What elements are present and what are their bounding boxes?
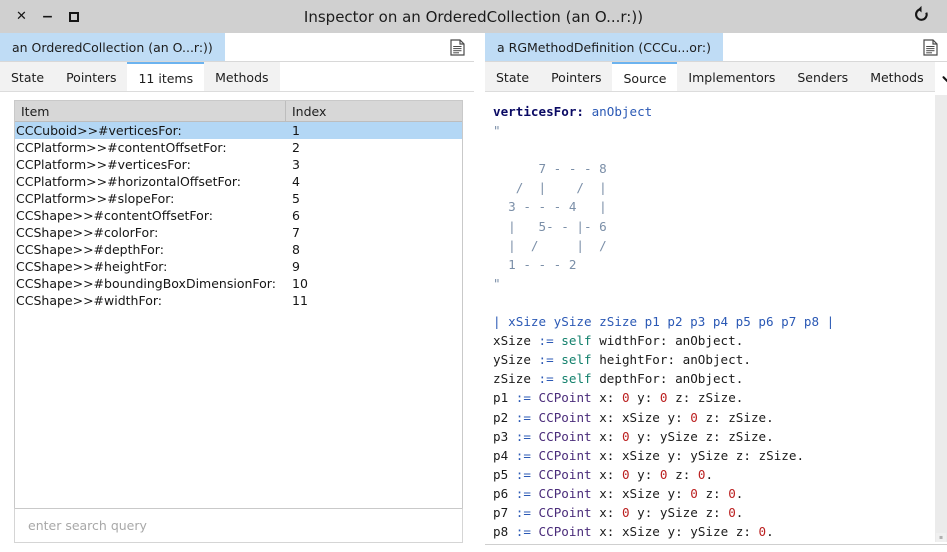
cell-item: CCPlatform>>#horizontalOffsetFor: (16, 174, 242, 189)
cell-index: 1 (292, 123, 300, 138)
close-icon[interactable]: ✕ (14, 9, 29, 24)
scrollbar-thumb[interactable] (935, 95, 947, 542)
cell-index: 5 (292, 191, 300, 206)
cell-index: 3 (292, 157, 300, 172)
pane-splitter[interactable] (474, 33, 485, 552)
search-box[interactable] (14, 508, 463, 543)
maximize-square (68, 11, 79, 22)
table-row[interactable]: CCShape>>#contentOffsetFor: 6 (15, 207, 462, 224)
cell-index: 4 (292, 174, 300, 189)
cell-item: CCCuboid>>#verticesFor: (16, 123, 182, 138)
left-tab-bar: State Pointers 11 items Methods (0, 62, 474, 92)
tab-state[interactable]: State (0, 62, 56, 92)
source-vertical-scrollbar[interactable]: ▪ ▪ (934, 93, 947, 544)
cell-index: 7 (292, 225, 300, 240)
cell-item: CCShape>>#colorFor: (16, 225, 159, 240)
right-pane: a RGMethodDefinition (CCCu...or:) State … (485, 33, 947, 552)
cell-item: CCShape>>#heightFor: (16, 259, 168, 274)
breadcrumb-method-definition[interactable]: a RGMethodDefinition (CCCu...or:) (485, 33, 723, 61)
tab-methods-right[interactable]: Methods (859, 62, 935, 92)
cell-item: CCPlatform>>#contentOffsetFor: (16, 140, 227, 155)
cell-item: CCShape>>#widthFor: (16, 293, 162, 308)
scroll-down-button[interactable]: ▪ (936, 533, 946, 542)
table-row[interactable]: CCPlatform>>#contentOffsetFor: 2 (15, 139, 462, 156)
table-body: CCCuboid>>#verticesFor: 1 CCPlatform>>#con… (15, 122, 462, 508)
table-row[interactable]: CCShape>>#widthFor: 11 (15, 292, 462, 309)
source-scroll-area[interactable]: verticesFor: anObject " 7 - - - 8 / | / … (485, 93, 934, 544)
maximize-icon[interactable] (66, 9, 81, 24)
items-list-area: Item Index CCCuboid>>#verticesFor: 1 CCPla… (0, 92, 474, 508)
tab-implementors[interactable]: Implementors (677, 62, 787, 92)
column-header-index[interactable]: Index (286, 101, 462, 121)
breadcrumb-filler (225, 33, 440, 61)
left-document-icon[interactable] (440, 33, 474, 61)
table-row[interactable]: CCShape>>#depthFor: 8 (15, 241, 462, 258)
breadcrumb-filler-right (723, 33, 913, 61)
tab-state-right[interactable]: State (485, 62, 541, 92)
right-breadcrumb-bar: a RGMethodDefinition (CCCu...or:) (485, 33, 947, 62)
cell-index: 10 (292, 276, 308, 291)
left-tabs: State Pointers 11 items Methods (0, 62, 280, 92)
left-pane: an OrderedCollection (an O...r:)) State … (0, 33, 474, 552)
cell-item: CCPlatform>>#slopeFor: (16, 191, 175, 206)
window-title: Inspector on an OrderedCollection (an O.… (303, 7, 644, 26)
right-tab-bar: State Pointers Source Implementors Sende… (485, 62, 947, 92)
column-header-item[interactable]: Item (15, 101, 286, 121)
window-controls: ✕ − (0, 9, 81, 24)
breadcrumb-ordered-collection[interactable]: an OrderedCollection (an O...r:)) (0, 33, 225, 61)
cell-index: 11 (292, 293, 308, 308)
minimize-icon[interactable]: − (40, 9, 55, 24)
tab-senders[interactable]: Senders (786, 62, 860, 92)
cell-index: 6 (292, 208, 300, 223)
source-code[interactable]: verticesFor: anObject " 7 - - - 8 / | / … (493, 102, 934, 544)
left-tab-spacer (279, 62, 474, 92)
source-editor: verticesFor: anObject " 7 - - - 8 / | / … (485, 92, 947, 544)
tab-source[interactable]: Source (612, 62, 678, 92)
tab-pointers-right[interactable]: Pointers (540, 62, 613, 92)
table-header-row: Item Index (15, 101, 462, 122)
table-row[interactable]: CCShape>>#heightFor: 9 (15, 258, 462, 275)
cell-item: CCShape>>#boundingBoxDimensionFor: (16, 276, 276, 291)
cell-item: CCShape>>#contentOffsetFor: (16, 208, 213, 223)
cell-item: CCShape>>#depthFor: (16, 242, 164, 257)
tab-methods[interactable]: Methods (204, 62, 280, 92)
tab-pointers[interactable]: Pointers (55, 62, 128, 92)
search-area (0, 508, 474, 552)
inspector-window: ✕ − Inspector on an OrderedCollection (a… (0, 0, 947, 552)
cell-index: 8 (292, 242, 300, 257)
left-breadcrumb-bar: an OrderedCollection (an O...r:)) (0, 33, 474, 62)
right-tab-actions (934, 62, 947, 92)
title-bar-actions (912, 5, 947, 28)
right-document-icon[interactable] (913, 33, 947, 61)
table-row[interactable]: CCShape>>#colorFor: 7 (15, 224, 462, 241)
search-input[interactable] (26, 517, 462, 534)
panes-container: an OrderedCollection (an O...r:)) State … (0, 33, 947, 552)
table-row[interactable]: CCPlatform>>#verticesFor: 3 (15, 156, 462, 173)
table-row[interactable]: CCPlatform>>#horizontalOffsetFor: 4 (15, 173, 462, 190)
accept-checkmark-icon[interactable] (935, 62, 947, 92)
title-bar: ✕ − Inspector on an OrderedCollection (a… (0, 0, 947, 33)
refresh-icon[interactable] (912, 5, 931, 28)
tab-items[interactable]: 11 items (127, 62, 205, 92)
table-row[interactable]: CCPlatform>>#slopeFor: 5 (15, 190, 462, 207)
cell-index: 2 (292, 140, 300, 155)
table-row[interactable]: CCCuboid>>#verticesFor: 1 (15, 122, 462, 139)
cell-index: 9 (292, 259, 300, 274)
source-pane-inner: verticesFor: anObject " 7 - - - 8 / | / … (485, 92, 947, 552)
source-bottom-edge (485, 544, 947, 552)
items-table: Item Index CCCuboid>>#verticesFor: 1 CCPla… (14, 100, 463, 508)
table-row[interactable]: CCShape>>#boundingBoxDimensionFor: 10 (15, 275, 462, 292)
right-tabs: State Pointers Source Implementors Sende… (485, 62, 935, 92)
cell-item: CCPlatform>>#verticesFor: (16, 157, 191, 172)
